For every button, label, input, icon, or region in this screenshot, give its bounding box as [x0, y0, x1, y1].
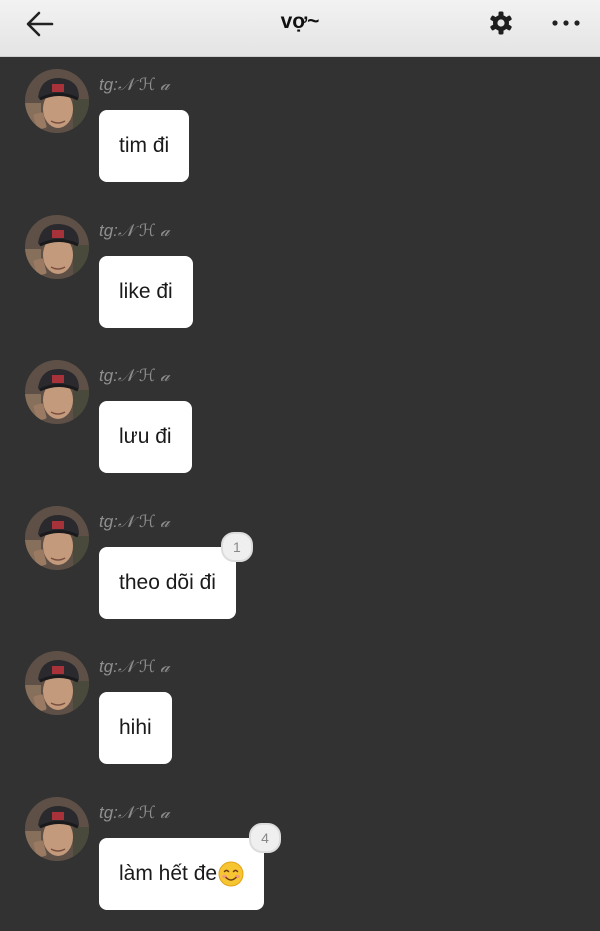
message-item: tg:𝒩 ℋ 𝒶 theo dõi đi 1 — [0, 494, 600, 640]
sender-name: tg:𝒩 ℋ 𝒶 — [99, 366, 170, 386]
message-bubble[interactable]: like đi — [99, 255, 193, 328]
message-item: tg:𝒩 ℋ 𝒶 làm hết đe 4 — [0, 785, 600, 931]
more-dots-icon — [552, 20, 580, 26]
arrow-left-icon — [26, 11, 54, 37]
avatar-image — [25, 360, 89, 425]
message-item: tg:𝒩 ℋ 𝒶 hihi — [0, 639, 600, 785]
reaction-count-badge[interactable]: 4 — [249, 822, 282, 853]
sender-avatar[interactable] — [25, 651, 89, 716]
message-text: tim đi — [119, 134, 170, 157]
sender-avatar[interactable] — [25, 505, 89, 570]
gear-icon — [490, 11, 512, 35]
avatar-image — [25, 214, 89, 279]
message-bubble[interactable]: tim đi — [99, 110, 190, 182]
message-bubble[interactable]: hihi — [99, 692, 172, 765]
sender-name: tg:𝒩 ℋ 𝒶 — [99, 511, 170, 531]
settings-button[interactable] — [486, 8, 516, 38]
more-options-button[interactable] — [546, 8, 586, 38]
chat-header: vợ~ — [0, 0, 600, 57]
sender-name: tg:𝒩 ℋ 𝒶 — [99, 75, 170, 94]
message-item: tg:𝒩 ℋ 𝒶 like đi — [0, 203, 600, 349]
sender-name: tg:𝒩 ℋ 𝒶 — [99, 802, 170, 822]
avatar-image — [25, 69, 89, 133]
message-bubble[interactable]: lưu đi — [99, 401, 192, 474]
smiling-face-emoji — [218, 861, 244, 887]
message-bubble[interactable]: theo dõi đi 1 — [99, 531, 253, 619]
sender-avatar[interactable] — [25, 214, 89, 279]
message-text: like đi — [119, 279, 173, 303]
sender-avatar[interactable] — [25, 69, 89, 133]
message-text: làm hết đe — [119, 861, 218, 885]
back-button[interactable] — [22, 6, 58, 42]
sender-avatar[interactable] — [25, 796, 89, 861]
message-item: tg:𝒩 ℋ 𝒶 tim đi — [0, 57, 600, 203]
sender-avatar[interactable] — [25, 360, 89, 425]
message-text: lưu đi — [119, 425, 172, 449]
avatar-image — [25, 651, 89, 716]
message-text: hihi — [119, 716, 152, 740]
avatar-image — [25, 505, 89, 570]
message-list: tg:𝒩 ℋ 𝒶 tim đi tg:𝒩 ℋ 𝒶 like đi tg:𝒩 ℋ … — [0, 57, 600, 931]
avatar-image — [25, 796, 89, 861]
message-text: theo dõi đi — [119, 570, 216, 594]
message-bubble[interactable]: làm hết đe 4 — [99, 822, 282, 910]
sender-name: tg:𝒩 ℋ 𝒶 — [99, 220, 170, 240]
reaction-count-badge[interactable]: 1 — [220, 531, 253, 562]
message-item: tg:𝒩 ℋ 𝒶 lưu đi — [0, 348, 600, 494]
sender-name: tg:𝒩 ℋ 𝒶 — [99, 657, 170, 677]
